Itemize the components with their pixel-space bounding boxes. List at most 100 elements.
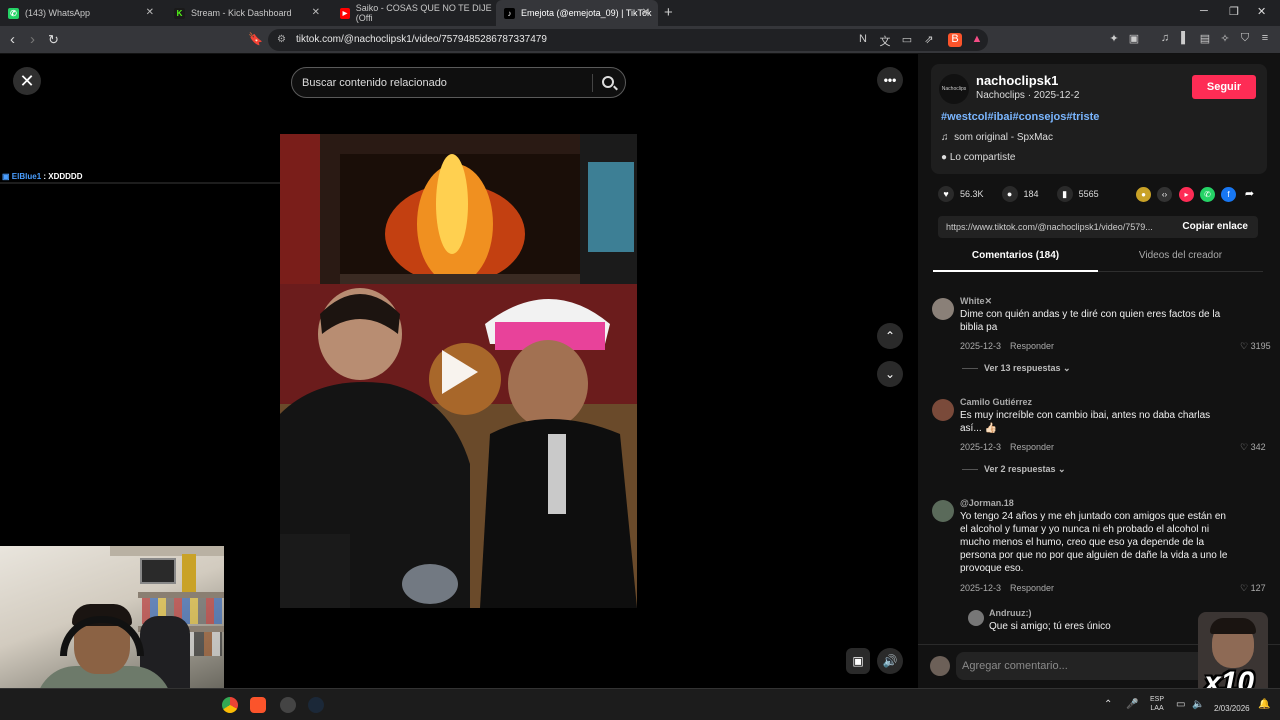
reply-username[interactable]: Andruuz:)	[989, 608, 1032, 618]
video-frame[interactable]	[280, 134, 637, 608]
commenter-name[interactable]: White✕	[960, 296, 992, 307]
obs-icon[interactable]	[280, 697, 296, 713]
whatsapp-share-icon[interactable]: ✆	[1200, 187, 1215, 202]
previous-video-icon[interactable]: ⌃	[877, 323, 903, 349]
microphone-icon[interactable]: 🎤	[1126, 699, 1138, 710]
send-icon[interactable]: ▸	[1179, 187, 1194, 202]
comment-item: @Jorman.18 Yo tengo 24 años y me eh junt…	[932, 498, 1272, 598]
vpn-icon[interactable]: ⛉	[1238, 32, 1252, 46]
share-arrow-icon[interactable]: ➦	[1242, 187, 1257, 202]
speaker-icon[interactable]: 🔈	[1192, 699, 1204, 710]
related-search-bar[interactable]: Buscar contenido relacionado	[291, 67, 626, 98]
view-replies-button[interactable]: Ver 2 respuestas ⌄	[962, 464, 1066, 475]
commenter-name[interactable]: Camilo Gutiérrez	[960, 397, 1032, 407]
shared-row: ● Lo compartiste	[941, 152, 1015, 163]
chrome-icon[interactable]	[222, 697, 238, 713]
save-count: 5565	[1078, 189, 1099, 199]
save-button[interactable]: ▮ 5565	[1056, 186, 1099, 202]
more-options-icon[interactable]: •••	[877, 67, 903, 93]
extensions-icon[interactable]: ✦	[1107, 32, 1121, 46]
wallet-icon[interactable]: ▣	[1127, 32, 1141, 46]
shared-label: Lo compartiste	[949, 152, 1016, 163]
bookmark-icon[interactable]: 🔖	[248, 32, 263, 46]
translate-off-icon[interactable]: N	[856, 33, 870, 47]
close-window-icon[interactable]: ✕	[1257, 5, 1266, 18]
copy-link-button[interactable]: Copiar enlace	[1182, 221, 1248, 232]
site-info-icon[interactable]: ⚙	[277, 34, 286, 45]
embed-icon[interactable]: ‹›	[1157, 187, 1172, 202]
tab-comments[interactable]: Comentarios (184)	[933, 250, 1098, 272]
commenter-avatar[interactable]	[932, 298, 954, 320]
brave-icon[interactable]	[250, 697, 266, 713]
close-video-button[interactable]: ✕	[13, 67, 41, 95]
comment-like-button[interactable]: ♡ 342	[1240, 442, 1266, 453]
close-tab-icon[interactable]: ✕	[146, 7, 154, 18]
volume-icon[interactable]: 🔊	[877, 648, 903, 674]
kick-badge-icon: ▣	[2, 172, 10, 181]
video-hashtags[interactable]: #westcol#ibai#consejos#triste	[941, 111, 1099, 123]
tab-youtube[interactable]: ▶ Saiko - COSAS QUE NO TE DIJE (Offi	[332, 0, 494, 26]
forward-icon[interactable]: ›	[30, 31, 35, 48]
reply-button[interactable]: Responder	[1010, 442, 1054, 452]
brave-shields-icon[interactable]: B	[948, 33, 962, 47]
media-icon[interactable]: ♫	[1158, 32, 1172, 46]
share-page-icon[interactable]: ⇗	[922, 33, 936, 47]
view-replies-button[interactable]: Ver 13 respuestas ⌄	[962, 363, 1071, 374]
comment-like-button[interactable]: ♡ 3195	[1240, 341, 1271, 352]
new-tab-button[interactable]: +	[664, 4, 673, 21]
brave-rewards-icon[interactable]: ▲	[970, 33, 984, 47]
comment-like-button[interactable]: ♡ 127	[1240, 583, 1266, 594]
music-note-icon: ♫	[941, 132, 949, 143]
search-icon[interactable]	[602, 76, 614, 88]
tray-overflow-icon[interactable]: ⌃	[1104, 699, 1112, 710]
author-avatar[interactable]: Nachoclips	[939, 74, 969, 104]
tab-kick[interactable]: K Stream - Kick Dashboard ✕	[166, 0, 328, 26]
sidebar-icon[interactable]: ▌	[1178, 32, 1192, 46]
comment-item: White✕ Dime con quién andas y te diré co…	[932, 296, 1272, 380]
author-username[interactable]: nachoclipsk1	[976, 73, 1058, 88]
comment-button[interactable]: ● 184	[1001, 186, 1039, 202]
facebook-icon[interactable]: f	[1221, 187, 1236, 202]
my-avatar	[930, 656, 950, 676]
reload-icon[interactable]: ↻	[48, 32, 59, 48]
close-tab-icon[interactable]: ✕	[312, 7, 320, 18]
lang-line-1: ESP	[1150, 696, 1165, 703]
share-link-url[interactable]: https://www.tiktok.com/@nachoclipsk1/vid…	[946, 222, 1176, 232]
restore-icon[interactable]: ❐	[1229, 5, 1239, 18]
commenter-avatar[interactable]	[932, 500, 954, 522]
sound-row[interactable]: ♫ som original - SpxMac	[941, 132, 1053, 143]
reply-button[interactable]: Responder	[1010, 583, 1054, 593]
commenter-avatar[interactable]	[932, 399, 954, 421]
minimize-icon[interactable]: ─	[1200, 5, 1208, 17]
tab-tiktok[interactable]: ♪ Emejota (@emejota_09) | TikTok ✕	[496, 0, 658, 26]
leo-ai-icon[interactable]: ✧	[1218, 32, 1232, 46]
translate-icon[interactable]: 文	[878, 33, 892, 48]
panel-tabs: Comentarios (184) Videos del creador	[933, 250, 1263, 272]
menu-icon[interactable]: ≡	[1258, 32, 1272, 46]
steam-icon[interactable]	[308, 697, 324, 713]
comment-like-count: 342	[1250, 442, 1266, 452]
notifications-icon[interactable]: 🔔	[1258, 699, 1270, 710]
network-icon[interactable]: ▭	[1176, 699, 1185, 710]
reply-avatar[interactable]	[968, 610, 984, 626]
wallet-card-icon[interactable]: ▤	[1198, 32, 1212, 46]
reply-button[interactable]: Responder	[1010, 341, 1054, 351]
close-tab-icon[interactable]: ✕	[642, 7, 650, 18]
like-button[interactable]: ♥ 56.3K	[938, 186, 984, 202]
windows-taskbar: ⌃ 🎤 ESP LAA ▭ 🔈 2/03/2026 🔔	[0, 688, 1280, 720]
tab-whatsapp[interactable]: ✆ (143) WhatsApp ✕	[0, 0, 162, 26]
language-indicator[interactable]: ESP LAA	[1150, 695, 1164, 713]
install-icon[interactable]: ▭	[900, 33, 914, 47]
next-video-icon[interactable]: ⌄	[877, 361, 903, 387]
coin-icon[interactable]: ●	[1136, 187, 1151, 202]
commenter-name[interactable]: @Jorman.18	[960, 498, 1014, 508]
back-icon[interactable]: ‹	[10, 31, 15, 48]
sound-name: som original - SpxMac	[954, 132, 1053, 143]
play-icon[interactable]	[442, 350, 478, 394]
tab-creator-videos[interactable]: Videos del creador	[1098, 250, 1263, 272]
address-bar[interactable]: ⚙ tiktok.com/@nachoclipsk1/video/7579485…	[268, 29, 988, 51]
mini-player-icon[interactable]: ▣	[846, 648, 870, 674]
comment-like-count: 3195	[1250, 341, 1271, 351]
taskbar-date[interactable]: 2/03/2026	[1214, 704, 1250, 713]
follow-button[interactable]: Seguir	[1192, 75, 1256, 99]
